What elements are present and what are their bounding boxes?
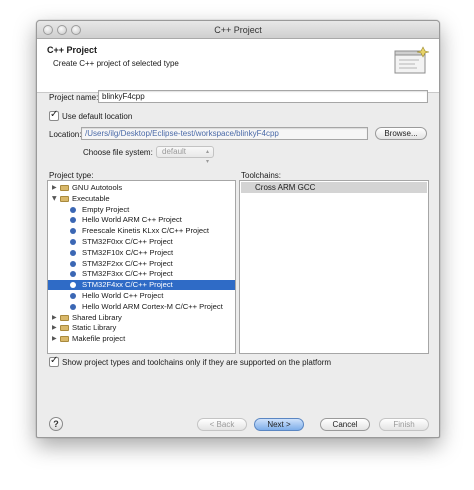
location-input[interactable]: /Users/ilg/Desktop/Eclipse-test/workspac… (81, 127, 368, 140)
tree-item[interactable]: Hello World C++ Project (48, 291, 235, 301)
project-bullet-icon (70, 228, 76, 235)
toolchains-label: Toolchains: (241, 171, 282, 180)
project-bullet-icon (70, 217, 76, 224)
tree-item-label: STM32F10x C/C++ Project (82, 247, 174, 257)
disclosure-collapsed-icon[interactable]: ▶ (52, 334, 57, 344)
folder-icon (60, 314, 69, 321)
tree-item-label: Makefile project (72, 334, 126, 344)
folder-icon (60, 336, 69, 343)
project-type-tree[interactable]: ▶ GNU Autotools ▼ Executable Empty Project He… (47, 180, 236, 354)
toolchain-item[interactable]: Cross ARM GCC (241, 182, 427, 193)
tree-item[interactable]: Hello World ARM C++ Project (48, 215, 235, 225)
toolchains-list[interactable]: Cross ARM GCC (239, 180, 429, 354)
tree-item-label: Hello World ARM Cortex-M C/C++ Project (82, 301, 223, 311)
use-default-location-checkbox[interactable]: ✓ (49, 109, 59, 121)
next-button[interactable]: Next > (254, 418, 304, 431)
filter-supported-checkbox[interactable]: ✓ (49, 355, 59, 367)
cpp-project-dialog: C++ Project C++ Project Create C++ proje… (36, 20, 440, 438)
tree-item[interactable]: Freescale Kinetis KLxx C/C++ Project (48, 226, 235, 236)
folder-icon (60, 325, 69, 332)
tree-item-label: Shared Library (72, 312, 122, 322)
tree-item-label: Freescale Kinetis KLxx C/C++ Project (82, 226, 210, 236)
tree-item-label: STM32F0xx C/C++ Project (82, 237, 173, 246)
tree-item[interactable]: STM32F4xx C/C++ Project (48, 280, 235, 291)
tree-item-label: Empty Project (82, 204, 130, 214)
tree-item[interactable]: Hello World ARM Cortex-M C/C++ Project (48, 302, 235, 312)
tree-item-label: Static Library (72, 323, 117, 333)
cancel-button[interactable]: Cancel (320, 418, 370, 431)
help-icon[interactable]: ? (49, 417, 63, 431)
banner-title: C++ Project (47, 45, 98, 55)
tree-item[interactable]: STM32F0xx C/C++ Project (48, 237, 235, 247)
wizard-banner-icon (394, 46, 430, 74)
tree-item-label: Hello World C++ Project (82, 291, 164, 300)
tree-item-label: Executable (72, 193, 110, 203)
folder-icon (60, 185, 69, 191)
filesystem-label: Choose file system: (83, 148, 153, 157)
disclosure-collapsed-icon[interactable]: ▶ (52, 323, 57, 333)
tree-folder[interactable]: ▶ GNU Autotools (48, 183, 235, 193)
project-bullet-icon (70, 282, 76, 289)
project-bullet-icon (70, 271, 76, 278)
filesystem-select[interactable]: default ▴ ▾ (156, 146, 214, 165)
tree-item-label: GNU Autotools (72, 183, 123, 192)
tree-folder[interactable]: ▶ Shared Library (48, 313, 235, 323)
location-label: Location: (49, 130, 82, 139)
tree-folder[interactable]: ▶ Static Library (48, 323, 235, 333)
filesystem-value: default (162, 147, 187, 156)
back-button[interactable]: < Back (197, 418, 247, 431)
project-bullet-icon (70, 303, 76, 310)
project-bullet-icon (70, 206, 76, 213)
browse-button[interactable]: Browse... (375, 127, 427, 140)
tree-folder[interactable]: ▶ Makefile project (48, 334, 235, 344)
project-bullet-icon (70, 239, 76, 245)
filter-supported-label: Show project types and toolchains only i… (62, 358, 332, 367)
project-name-label: Project name: (49, 93, 99, 102)
tree-folder[interactable]: ▼ Executable (48, 194, 235, 204)
project-type-label: Project type: (49, 171, 94, 180)
tree-item[interactable]: Empty Project (48, 205, 235, 215)
project-bullet-icon (70, 260, 76, 267)
title-bar[interactable]: C++ Project (37, 21, 439, 39)
banner-description: Create C++ project of selected type (53, 59, 179, 68)
project-name-input[interactable]: blinkyF4cpp (98, 90, 428, 103)
tree-item-label: STM32F3xx C/C++ Project (82, 269, 173, 279)
use-default-location-label: Use default location (62, 112, 133, 121)
window-title: C++ Project (214, 25, 262, 35)
checkmark-icon: ✓ (50, 109, 59, 120)
project-bullet-icon (70, 249, 76, 256)
folder-icon (60, 195, 69, 202)
select-arrows-icon: ▴ ▾ (205, 148, 209, 165)
disclosure-expanded-icon[interactable]: ▼ (52, 194, 57, 204)
tree-item[interactable]: STM32F2xx C/C++ Project (48, 259, 235, 269)
tree-item-label: STM32F4xx C/C++ Project (82, 280, 173, 290)
finish-button[interactable]: Finish (379, 418, 429, 431)
wizard-banner: C++ Project Create C++ project of select… (37, 39, 439, 93)
tree-item-label: STM32F2xx C/C++ Project (82, 258, 173, 268)
tree-item[interactable]: STM32F10x C/C++ Project (48, 248, 235, 258)
disclosure-collapsed-icon[interactable]: ▶ (52, 313, 57, 323)
checkmark-icon: ✓ (50, 355, 59, 366)
tree-item[interactable]: STM32F3xx C/C++ Project (48, 269, 235, 279)
tree-item-label: Hello World ARM C++ Project (82, 215, 182, 225)
disclosure-collapsed-icon[interactable]: ▶ (52, 183, 57, 193)
project-bullet-icon (70, 293, 76, 299)
